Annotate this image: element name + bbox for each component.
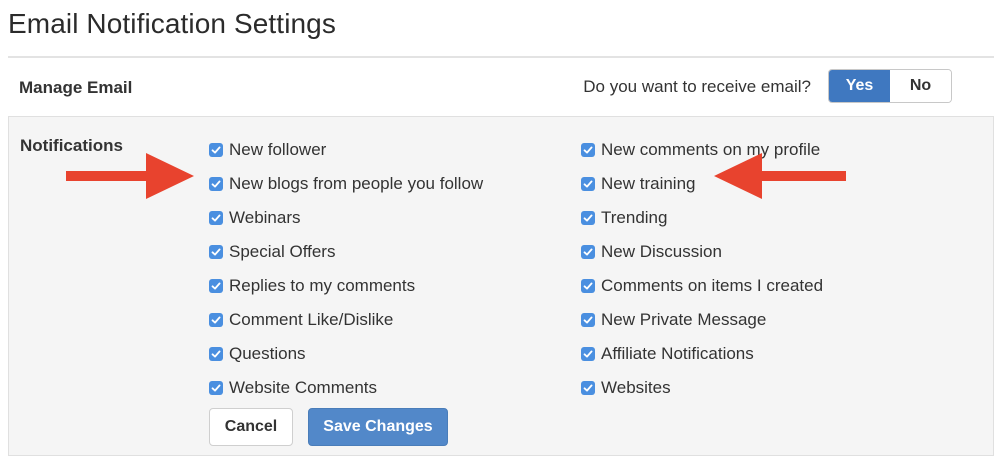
manage-email-label: Manage Email: [19, 78, 133, 97]
notification-option-label: New training: [601, 174, 696, 193]
notification-option-label: Comment Like/Dislike: [229, 310, 394, 329]
notification-checkbox[interactable]: [581, 313, 595, 327]
notification-option-label: Affiliate Notifications: [601, 344, 754, 363]
yes-toggle-button[interactable]: Yes: [829, 70, 890, 102]
checkmark-icon: [583, 180, 593, 188]
checkmark-icon: [583, 350, 593, 358]
notification-checkbox[interactable]: [209, 177, 223, 191]
notification-checkbox[interactable]: [209, 313, 223, 327]
checkmark-icon: [583, 146, 593, 154]
notification-option-label: Replies to my comments: [229, 276, 416, 295]
notification-option: Questions: [209, 337, 483, 371]
checkmark-icon: [583, 282, 593, 290]
checkmark-icon: [583, 384, 593, 392]
notification-option: Comments on items I created: [581, 269, 823, 303]
red-arrow-icon: [714, 153, 846, 199]
checkmark-icon: [583, 214, 593, 222]
checkmark-icon: [583, 248, 593, 256]
notification-checkbox[interactable]: [209, 347, 223, 361]
notification-option: Affiliate Notifications: [581, 337, 823, 371]
red-arrow-icon: [66, 153, 194, 199]
checkmark-icon: [211, 350, 221, 358]
notification-option: New follower: [209, 133, 483, 167]
notification-option-label: Questions: [229, 344, 306, 363]
notification-option-label: Website Comments: [229, 378, 378, 397]
notification-option: Websites: [581, 371, 823, 405]
notification-checkbox[interactable]: [581, 347, 595, 361]
notification-option-label: New Discussion: [601, 242, 722, 261]
notifications-left-column: New follower New blogs from people you fo…: [209, 133, 483, 405]
notification-option: New Discussion: [581, 235, 823, 269]
notification-option: Website Comments: [209, 371, 483, 405]
notification-checkbox[interactable]: [209, 381, 223, 395]
notification-option-label: New follower: [229, 140, 327, 159]
notification-option-label: New Private Message: [601, 310, 767, 329]
checkmark-icon: [211, 146, 221, 154]
checkmark-icon: [583, 316, 593, 324]
checkmark-icon: [211, 214, 221, 222]
notification-option-label: Special Offers: [229, 242, 336, 261]
notification-checkbox[interactable]: [581, 245, 595, 259]
notification-option: Trending: [581, 201, 823, 235]
notification-checkbox[interactable]: [209, 211, 223, 225]
checkmark-icon: [211, 384, 221, 392]
manage-email-row: Manage Email Do you want to receive emai…: [8, 58, 994, 114]
notification-checkbox[interactable]: [209, 279, 223, 293]
notification-option-label: Webinars: [229, 208, 301, 227]
notification-checkbox[interactable]: [581, 381, 595, 395]
no-toggle-button[interactable]: No: [890, 70, 951, 102]
checkmark-icon: [211, 248, 221, 256]
notification-option: New blogs from people you follow: [209, 167, 483, 201]
notification-option-label: Trending: [601, 208, 668, 227]
receive-email-toggle: Yes No: [828, 69, 952, 103]
notification-option-label: New blogs from people you follow: [229, 174, 484, 193]
notification-option: New Private Message: [581, 303, 823, 337]
checkmark-icon: [211, 282, 221, 290]
notification-checkbox[interactable]: [209, 245, 223, 259]
notification-option: Webinars: [209, 201, 483, 235]
notification-option-label: Websites: [601, 378, 671, 397]
notification-checkbox[interactable]: [581, 143, 595, 157]
page-title: Email Notification Settings: [8, 8, 336, 39]
save-changes-button[interactable]: Save Changes: [308, 408, 448, 446]
notification-option: Special Offers: [209, 235, 483, 269]
notification-option-label: Comments on items I created: [601, 276, 824, 295]
receive-email-question: Do you want to receive email?: [583, 77, 811, 96]
checkmark-icon: [211, 316, 221, 324]
notification-checkbox[interactable]: [581, 211, 595, 225]
notification-checkbox[interactable]: [581, 279, 595, 293]
notification-option: Replies to my comments: [209, 269, 483, 303]
notification-option: Comment Like/Dislike: [209, 303, 483, 337]
notification-checkbox[interactable]: [581, 177, 595, 191]
cancel-button[interactable]: Cancel: [209, 408, 293, 446]
notification-checkbox[interactable]: [209, 143, 223, 157]
checkmark-icon: [211, 180, 221, 188]
